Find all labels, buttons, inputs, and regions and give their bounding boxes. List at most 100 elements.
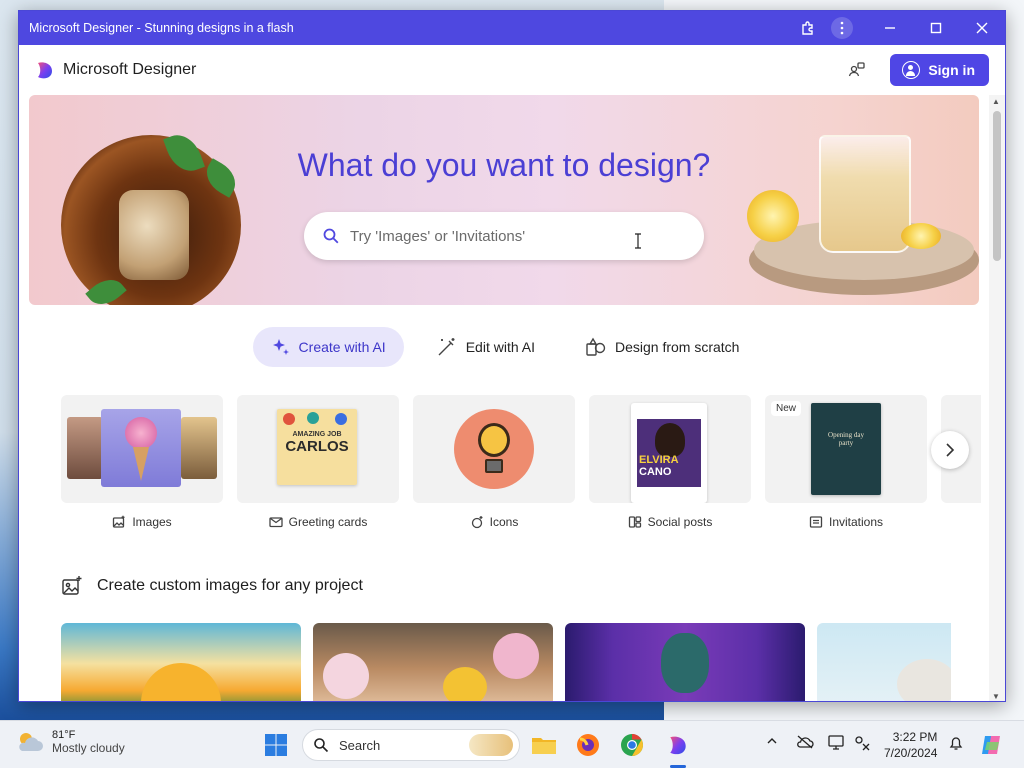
category-thumbnail — [413, 395, 575, 503]
scroll-up-icon[interactable]: ▲ — [992, 97, 1000, 106]
category-label: Invitations — [828, 515, 884, 529]
scroll-down-icon[interactable]: ▼ — [992, 692, 1000, 701]
minimize-icon — [885, 27, 895, 29]
designer-taskbar-button[interactable] — [664, 731, 692, 759]
minimize-button[interactable] — [867, 11, 913, 45]
extensions-button[interactable] — [785, 11, 831, 45]
account-switch-button[interactable] — [840, 53, 874, 87]
social-post-photo: ELVIRA CANO — [637, 419, 701, 487]
category-thumbnail — [61, 395, 223, 503]
flower-shape — [323, 653, 369, 699]
category-invitations[interactable]: New Opening day party Invitations — [765, 395, 927, 529]
scrollbar-thumb[interactable] — [993, 111, 1001, 261]
tab-label: Create with AI — [298, 339, 386, 355]
category-label-row: Images — [61, 515, 223, 529]
icon-sparkle-icon — [471, 516, 483, 529]
designer-logo-icon — [670, 736, 686, 755]
tab-label: Edit with AI — [465, 339, 535, 355]
category-label: Images — [132, 515, 172, 529]
portrait-shape — [661, 633, 709, 693]
tab-design-from-scratch[interactable]: Design from scratch — [567, 327, 757, 367]
gallery-image-sheep[interactable] — [817, 623, 951, 701]
design-search-input[interactable] — [350, 227, 670, 245]
tab-edit-with-ai[interactable]: Edit with AI — [418, 327, 553, 367]
sheep-shape — [897, 659, 951, 701]
chrome-button[interactable] — [618, 731, 646, 759]
category-label-row: Social posts — [589, 515, 751, 529]
network-icon — [855, 736, 870, 751]
magic-wand-icon — [438, 338, 455, 356]
app-header: Microsoft Designer Sign in — [19, 45, 1005, 95]
invite-line1: Opening day — [828, 431, 864, 439]
search-icon — [314, 738, 329, 753]
design-mode-tabs: Create with AI Edit with AI Design from … — [19, 327, 991, 367]
cloudy-weather-icon — [19, 733, 43, 751]
firefox-button[interactable] — [574, 731, 602, 759]
puzzle-icon — [802, 21, 813, 35]
weather-widget[interactable]: 81°F Mostly cloudy — [16, 729, 125, 755]
sign-in-label: Sign in — [928, 62, 975, 78]
close-button[interactable] — [959, 11, 1005, 45]
design-search-box[interactable] — [304, 212, 704, 260]
gallery-image-portrait[interactable] — [565, 623, 805, 701]
system-clock[interactable]: 3:22 PM 7/20/2024 — [884, 729, 937, 761]
clock-time: 3:22 PM — [892, 730, 938, 744]
card-text-line1: AMAZING JOB — [292, 431, 342, 438]
ice-cream-cone — [133, 447, 149, 481]
lightbulb-image — [454, 409, 534, 489]
category-greeting-cards[interactable]: AMAZING JOB CARLOS Greeting cards — [237, 395, 399, 529]
temperature: 81°F — [52, 729, 76, 741]
hero-banner: What do you want to design? — [29, 95, 979, 305]
main-content: What do you want to design? Create with … — [19, 95, 991, 701]
bell-icon — [949, 737, 963, 750]
sparkle-icon — [272, 339, 289, 355]
gallery-image-flowers[interactable] — [313, 623, 553, 701]
monitor-icon — [828, 735, 844, 750]
brand-name: Microsoft Designer — [63, 61, 197, 78]
network-status-button[interactable] — [854, 735, 870, 754]
shapes-icon — [586, 337, 606, 356]
category-label-row: Invitations — [765, 515, 927, 529]
firefox-icon — [577, 734, 599, 756]
section-title: Create custom images for any project — [97, 577, 363, 594]
more-options-button[interactable] — [831, 17, 853, 39]
search-highlight-image — [469, 734, 513, 756]
envelope-icon — [268, 517, 283, 528]
lemon-wedge-image — [901, 223, 941, 249]
card-shape — [283, 413, 295, 425]
invite-line2: party — [838, 439, 854, 447]
taskbar-search[interactable]: Search — [302, 729, 520, 761]
category-thumbnail: New Opening day party — [765, 395, 927, 503]
category-social-posts[interactable]: ELVIRA CANO Social posts — [589, 395, 751, 529]
show-hidden-icons-button[interactable] — [766, 735, 778, 750]
vertical-scrollbar[interactable]: ▲ ▼ — [989, 95, 1005, 701]
category-thumbnail: AMAZING JOB CARLOS — [237, 395, 399, 503]
windows-taskbar: 81°F Mostly cloudy Search 3:22 PM 7/20/2… — [0, 720, 1024, 768]
social-post-person — [655, 423, 685, 457]
greeting-card-image: AMAZING JOB CARLOS — [277, 409, 357, 485]
category-icons[interactable]: Icons — [413, 395, 575, 529]
bulb-base — [485, 459, 503, 473]
tab-create-with-ai[interactable]: Create with AI — [252, 327, 404, 367]
sign-in-button[interactable]: Sign in — [890, 54, 989, 86]
display-settings-button[interactable] — [828, 735, 846, 754]
category-label-row: Icons — [413, 515, 575, 529]
windows-logo-icon — [265, 734, 287, 756]
lemon-slice-image — [747, 190, 799, 242]
gallery-image-sun[interactable] — [61, 623, 301, 701]
category-images[interactable]: Images — [61, 395, 223, 529]
copilot-button[interactable] — [978, 731, 1006, 759]
folder-icon — [532, 738, 556, 754]
person-icon — [902, 61, 921, 79]
flower-shape — [493, 633, 539, 679]
notifications-button[interactable] — [948, 735, 964, 754]
start-button[interactable] — [262, 731, 290, 759]
onedrive-status-button[interactable] — [796, 735, 814, 752]
titlebar: Microsoft Designer - Stunning designs in… — [19, 11, 1005, 45]
carousel-next-button[interactable] — [931, 431, 969, 469]
maximize-icon — [930, 22, 942, 34]
maximize-button[interactable] — [913, 11, 959, 45]
file-explorer-button[interactable] — [530, 731, 558, 759]
bird-shape — [443, 667, 487, 701]
window-title: Microsoft Designer - Stunning designs in… — [29, 21, 294, 35]
